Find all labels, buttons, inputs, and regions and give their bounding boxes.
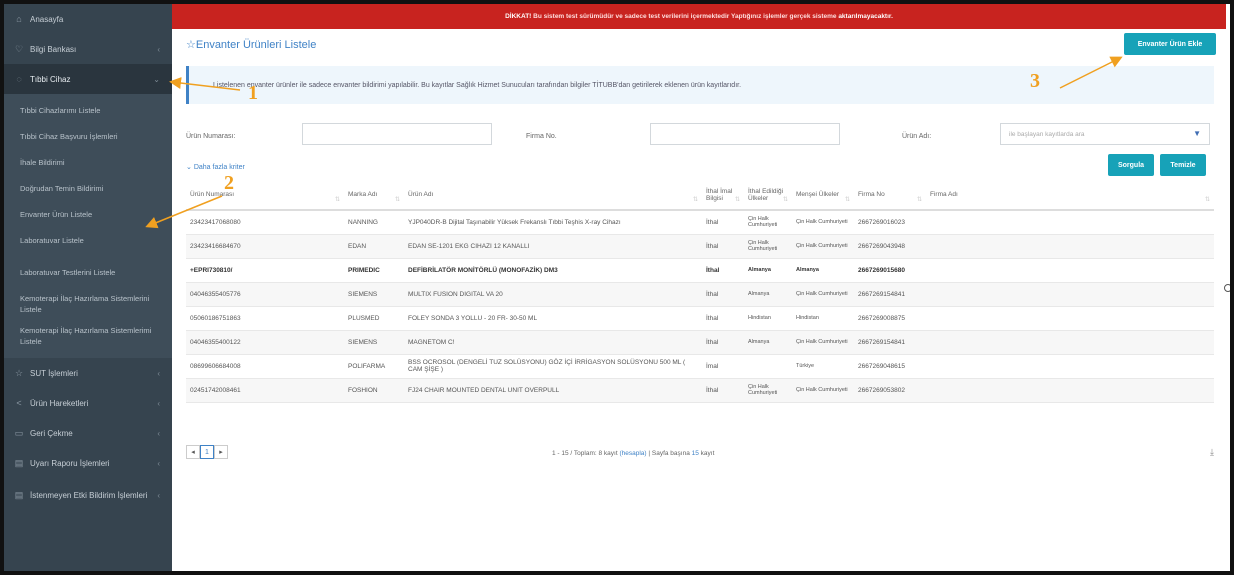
screenshot-frame — [0, 0, 1234, 575]
